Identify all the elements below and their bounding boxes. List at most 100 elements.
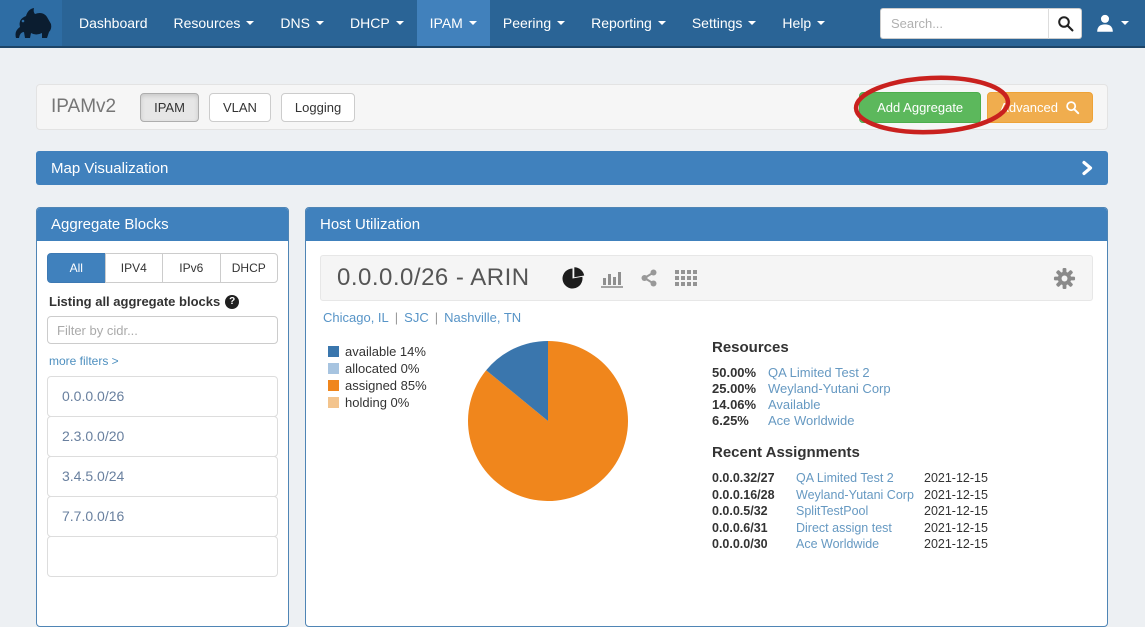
assignment-cidr: 0.0.0.6/31 — [712, 520, 796, 537]
assignment-date: 2021-12-15 — [924, 487, 994, 504]
settings-button[interactable] — [1053, 267, 1076, 290]
nav-item-ipam[interactable]: IPAM — [417, 0, 490, 46]
nav-item-dns[interactable]: DNS — [267, 0, 337, 46]
assignment-link[interactable]: SplitTestPool — [796, 503, 924, 520]
help-question-icon[interactable]: ? — [225, 295, 239, 309]
assignment-link[interactable]: Direct assign test — [796, 520, 924, 537]
resource-link[interactable]: QA Limited Test 2 — [768, 365, 870, 381]
aggregate-blocks-header: Aggregate Blocks — [37, 208, 288, 241]
legend-item-holding: holding 0% — [328, 394, 460, 411]
listing-label-text: Listing all aggregate blocks — [49, 294, 220, 309]
recent-assignments-section: Recent Assignments 0.0.0.32/27QA Limited… — [712, 444, 994, 553]
nav-item-dashboard[interactable]: Dashboard — [66, 0, 161, 46]
caret-down-icon — [396, 21, 404, 25]
details-column: Resources 50.00%QA Limited Test 225.00%W… — [712, 337, 994, 553]
assignment-link[interactable]: Weyland-Yutani Corp — [796, 487, 924, 504]
nav-item-help[interactable]: Help — [769, 0, 838, 46]
cidr-filter-input[interactable] — [47, 316, 278, 344]
search-button[interactable] — [1048, 8, 1082, 39]
aggregate-tab-ipv4[interactable]: IPV4 — [105, 253, 164, 283]
grid-view-button[interactable] — [675, 270, 697, 286]
add-aggregate-button[interactable]: Add Aggregate — [859, 92, 981, 123]
assignment-row: 0.0.0.6/31Direct assign test2021-12-15 — [712, 520, 994, 537]
view-tab-ipam[interactable]: IPAM — [140, 93, 199, 122]
legend-label: available 14% — [345, 343, 426, 360]
nav-item-reporting[interactable]: Reporting — [578, 0, 679, 46]
nav-item-label: IPAM — [430, 15, 463, 31]
assignment-cidr: 0.0.0.5/32 — [712, 503, 796, 520]
page-title: IPAMv2 — [51, 96, 116, 118]
aggregate-block-item[interactable]: 3.4.5.0/24 — [47, 456, 278, 497]
nav-item-resources[interactable]: Resources — [161, 0, 268, 46]
resource-percent: 6.25% — [712, 413, 768, 429]
assignment-date: 2021-12-15 — [924, 536, 994, 553]
assignment-link[interactable]: Ace Worldwide — [796, 536, 924, 553]
view-tab-vlan[interactable]: VLAN — [209, 93, 271, 122]
resource-link[interactable]: Ace Worldwide — [768, 413, 854, 429]
legend-swatch — [328, 380, 339, 391]
gear-icon — [1053, 267, 1076, 290]
chevron-down-icon — [1121, 21, 1129, 25]
location-link[interactable]: Nashville, TN — [444, 310, 521, 325]
nav-item-label: Reporting — [591, 15, 652, 31]
map-visualization-bar[interactable]: Map Visualization — [36, 151, 1108, 185]
nav-item-label: Settings — [692, 15, 743, 31]
caret-down-icon — [246, 21, 254, 25]
search-input[interactable] — [880, 8, 1048, 39]
app-logo[interactable] — [0, 0, 62, 46]
aggregate-block-item[interactable]: 0.0.0.0/26 — [47, 376, 278, 417]
block-subheader: 0.0.0.0/26 - ARIN — [320, 255, 1093, 301]
assignment-date: 2021-12-15 — [924, 470, 994, 487]
nav-item-peering[interactable]: Peering — [490, 0, 578, 46]
aggregate-block-item[interactable]: 2.3.0.0/20 — [47, 416, 278, 457]
nav-item-label: Peering — [503, 15, 551, 31]
more-filters-link[interactable]: more filters > — [49, 354, 119, 368]
resource-row: 25.00%Weyland-Yutani Corp — [712, 381, 994, 397]
share-button[interactable] — [639, 268, 659, 288]
nav-item-settings[interactable]: Settings — [679, 0, 770, 46]
grid-icon — [675, 270, 697, 286]
resource-link[interactable]: Weyland-Yutani Corp — [768, 381, 891, 397]
aggregate-tab-ipv6[interactable]: IPv6 — [162, 253, 221, 283]
magnifier-icon — [1065, 100, 1080, 115]
recent-assignments-list: 0.0.0.32/27QA Limited Test 22021-12-150.… — [712, 470, 994, 553]
nav-item-label: Resources — [174, 15, 241, 31]
advanced-search-button[interactable]: Advanced — [987, 92, 1093, 123]
rhino-logo-icon — [9, 4, 53, 42]
assignment-link[interactable]: QA Limited Test 2 — [796, 470, 924, 487]
aggregate-block-item[interactable] — [47, 536, 278, 577]
pie-chart-view-button[interactable] — [562, 267, 585, 290]
view-tab-logging[interactable]: Logging — [281, 93, 355, 122]
nav-item-label: Dashboard — [79, 15, 148, 31]
advanced-label: Advanced — [1000, 100, 1058, 115]
caret-down-icon — [557, 21, 565, 25]
host-utilization-header: Host Utilization — [306, 208, 1107, 241]
bar-chart-view-button[interactable] — [601, 268, 623, 288]
magnifier-icon — [1057, 15, 1074, 32]
recent-assignments-heading: Recent Assignments — [712, 444, 994, 461]
location-link[interactable]: SJC — [404, 310, 429, 325]
utilization-chart-row: available 14%allocated 0%assigned 85%hol… — [320, 337, 1093, 553]
legend-item-available: available 14% — [328, 343, 460, 360]
resource-row: 50.00%QA Limited Test 2 — [712, 365, 994, 381]
nav-item-label: DNS — [280, 15, 310, 31]
assignment-row: 0.0.0.5/32SplitTestPool2021-12-15 — [712, 503, 994, 520]
caret-down-icon — [469, 21, 477, 25]
aggregate-tab-all[interactable]: All — [47, 253, 106, 283]
assignment-cidr: 0.0.0.16/28 — [712, 487, 796, 504]
caret-down-icon — [817, 21, 825, 25]
resource-percent: 50.00% — [712, 365, 768, 381]
aggregate-block-item[interactable]: 7.7.0.0/16 — [47, 496, 278, 537]
aggregate-block-list: 0.0.0.0/262.3.0.0/203.4.5.0/247.7.0.0/16 — [47, 376, 278, 577]
aggregate-filter-tabs: AllIPV4IPv6DHCP — [47, 253, 278, 283]
aggregate-tab-dhcp[interactable]: DHCP — [220, 253, 279, 283]
user-menu[interactable] — [1094, 12, 1129, 34]
nav-item-dhcp[interactable]: DHCP — [337, 0, 417, 46]
assignment-date: 2021-12-15 — [924, 520, 994, 537]
resource-percent: 25.00% — [712, 381, 768, 397]
nav-item-label: Help — [782, 15, 811, 31]
location-link[interactable]: Chicago, IL — [323, 310, 389, 325]
block-title: 0.0.0.0/26 - ARIN — [337, 264, 530, 292]
resource-link[interactable]: Available — [768, 397, 821, 413]
map-visualization-title: Map Visualization — [51, 160, 168, 177]
